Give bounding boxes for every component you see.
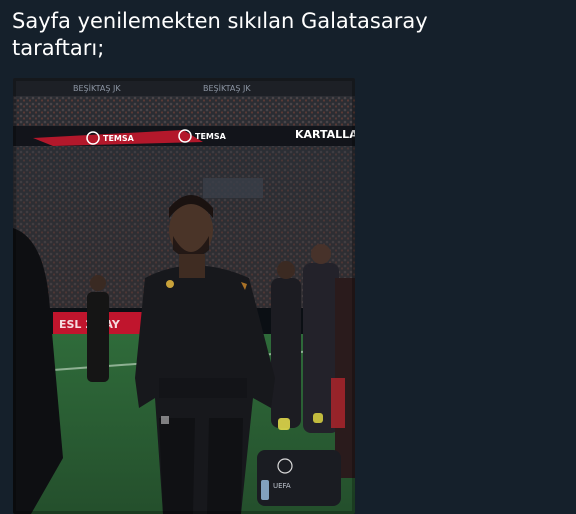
stadium-photo: BEŞİKTAŞ JK BEŞİKTAŞ JK TEMSA TEMSA KART… — [13, 78, 355, 514]
kartallar-banner: KARTALLAR — [295, 128, 355, 141]
sponsor-text: TEMSA — [103, 134, 135, 143]
tweet-text: Sayfa yenilemekten sıkılan Galatasaray t… — [12, 9, 428, 60]
main-person-leg-left — [159, 418, 195, 514]
uefa-badge-text: UEFA — [273, 482, 291, 490]
tweet-media-photo[interactable]: BEŞİKTAŞ JK BEŞİKTAŞ JK TEMSA TEMSA KART… — [13, 78, 355, 514]
player-right-1 — [271, 278, 301, 428]
stand-label: BEŞİKTAŞ JK — [73, 83, 121, 93]
water-bottle — [261, 480, 269, 500]
main-person-leg-right — [207, 418, 243, 514]
stand-screen — [203, 178, 263, 198]
sponsor-text-2: TEMSA — [195, 132, 227, 141]
club-crest-icon — [166, 280, 174, 288]
distant-figure — [87, 292, 109, 382]
uefa-bag — [257, 450, 341, 506]
stand-label-2: BEŞİKTAŞ JK — [203, 83, 251, 93]
